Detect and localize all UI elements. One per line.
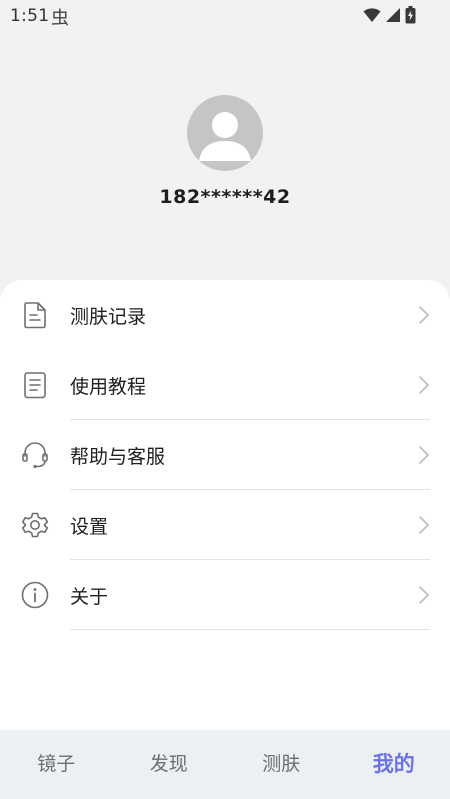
battery-charging-icon [405,6,416,24]
headset-icon [22,442,48,469]
menu-label: 测肤记录 [70,306,147,328]
tab-mine[interactable]: 我的 [338,730,450,799]
tab-discover[interactable]: 发现 [113,730,226,799]
chevron-right-icon [419,446,429,464]
debug-notification-icon: 虫 [51,8,69,29]
gear-icon [21,512,49,538]
menu-card: 测肤记录 使用教程 帮助与客服 设置 关于 [0,280,450,730]
list-document-icon [24,372,46,399]
wifi-icon [363,8,381,22]
chevron-right-icon [419,586,429,604]
document-icon [24,302,46,329]
chevron-right-icon [419,306,429,324]
cellular-signal-icon [386,8,400,22]
menu-item-tutorial[interactable]: 使用教程 [0,350,450,420]
chevron-right-icon [419,376,429,394]
menu-item-help-support[interactable]: 帮助与客服 [0,420,450,490]
info-icon [21,581,49,609]
menu-label: 帮助与客服 [70,446,166,468]
profile-screen: 1:51 虫 182******42 测肤记录 使用教程 帮助与客服 设置 关于… [0,0,450,799]
menu-item-about[interactable]: 关于 [0,560,450,630]
menu-item-settings[interactable]: 设置 [0,490,450,560]
chevron-right-icon [419,516,429,534]
default-avatar-icon[interactable] [187,95,263,171]
divider [70,629,430,630]
status-icons [363,6,416,24]
menu-item-skin-records[interactable]: 测肤记录 [0,280,450,350]
menu-label: 关于 [70,586,109,608]
menu-label: 设置 [70,516,109,538]
menu-label: 使用教程 [70,376,147,398]
bottom-nav: 镜子 发现 测肤 我的 [0,730,450,799]
tab-mirror[interactable]: 镜子 [0,730,113,799]
status-bar: 1:51 虫 [0,0,450,30]
tab-skin-test[interactable]: 测肤 [225,730,338,799]
status-time: 1:51 [10,6,50,26]
user-phone-number: 182******42 [159,186,291,208]
